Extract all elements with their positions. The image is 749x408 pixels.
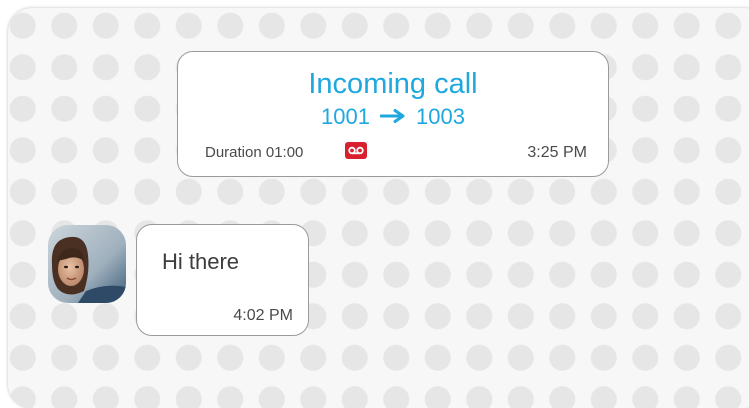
caller-number: 1001 (321, 104, 370, 129)
user-avatar[interactable] (48, 225, 126, 303)
arrow-right-icon (380, 109, 405, 123)
message-timestamp: 4:02 PM (233, 307, 293, 324)
call-title: Incoming call (308, 68, 478, 100)
call-route: 1001 1003 (178, 104, 608, 130)
call-timestamp: 3:25 PM (527, 144, 587, 161)
voicemail-icon[interactable] (345, 142, 367, 159)
call-event-card[interactable]: Incoming call 1001 1003 Duration 01:00 3… (177, 51, 609, 177)
callee-number: 1003 (416, 104, 465, 129)
message-text: Hi there (162, 249, 240, 274)
chat-panel: Incoming call 1001 1003 Duration 01:00 3… (8, 8, 749, 408)
call-duration: Duration 01:00 (205, 144, 304, 161)
message-bubble[interactable]: Hi there 4:02 PM (136, 224, 309, 336)
